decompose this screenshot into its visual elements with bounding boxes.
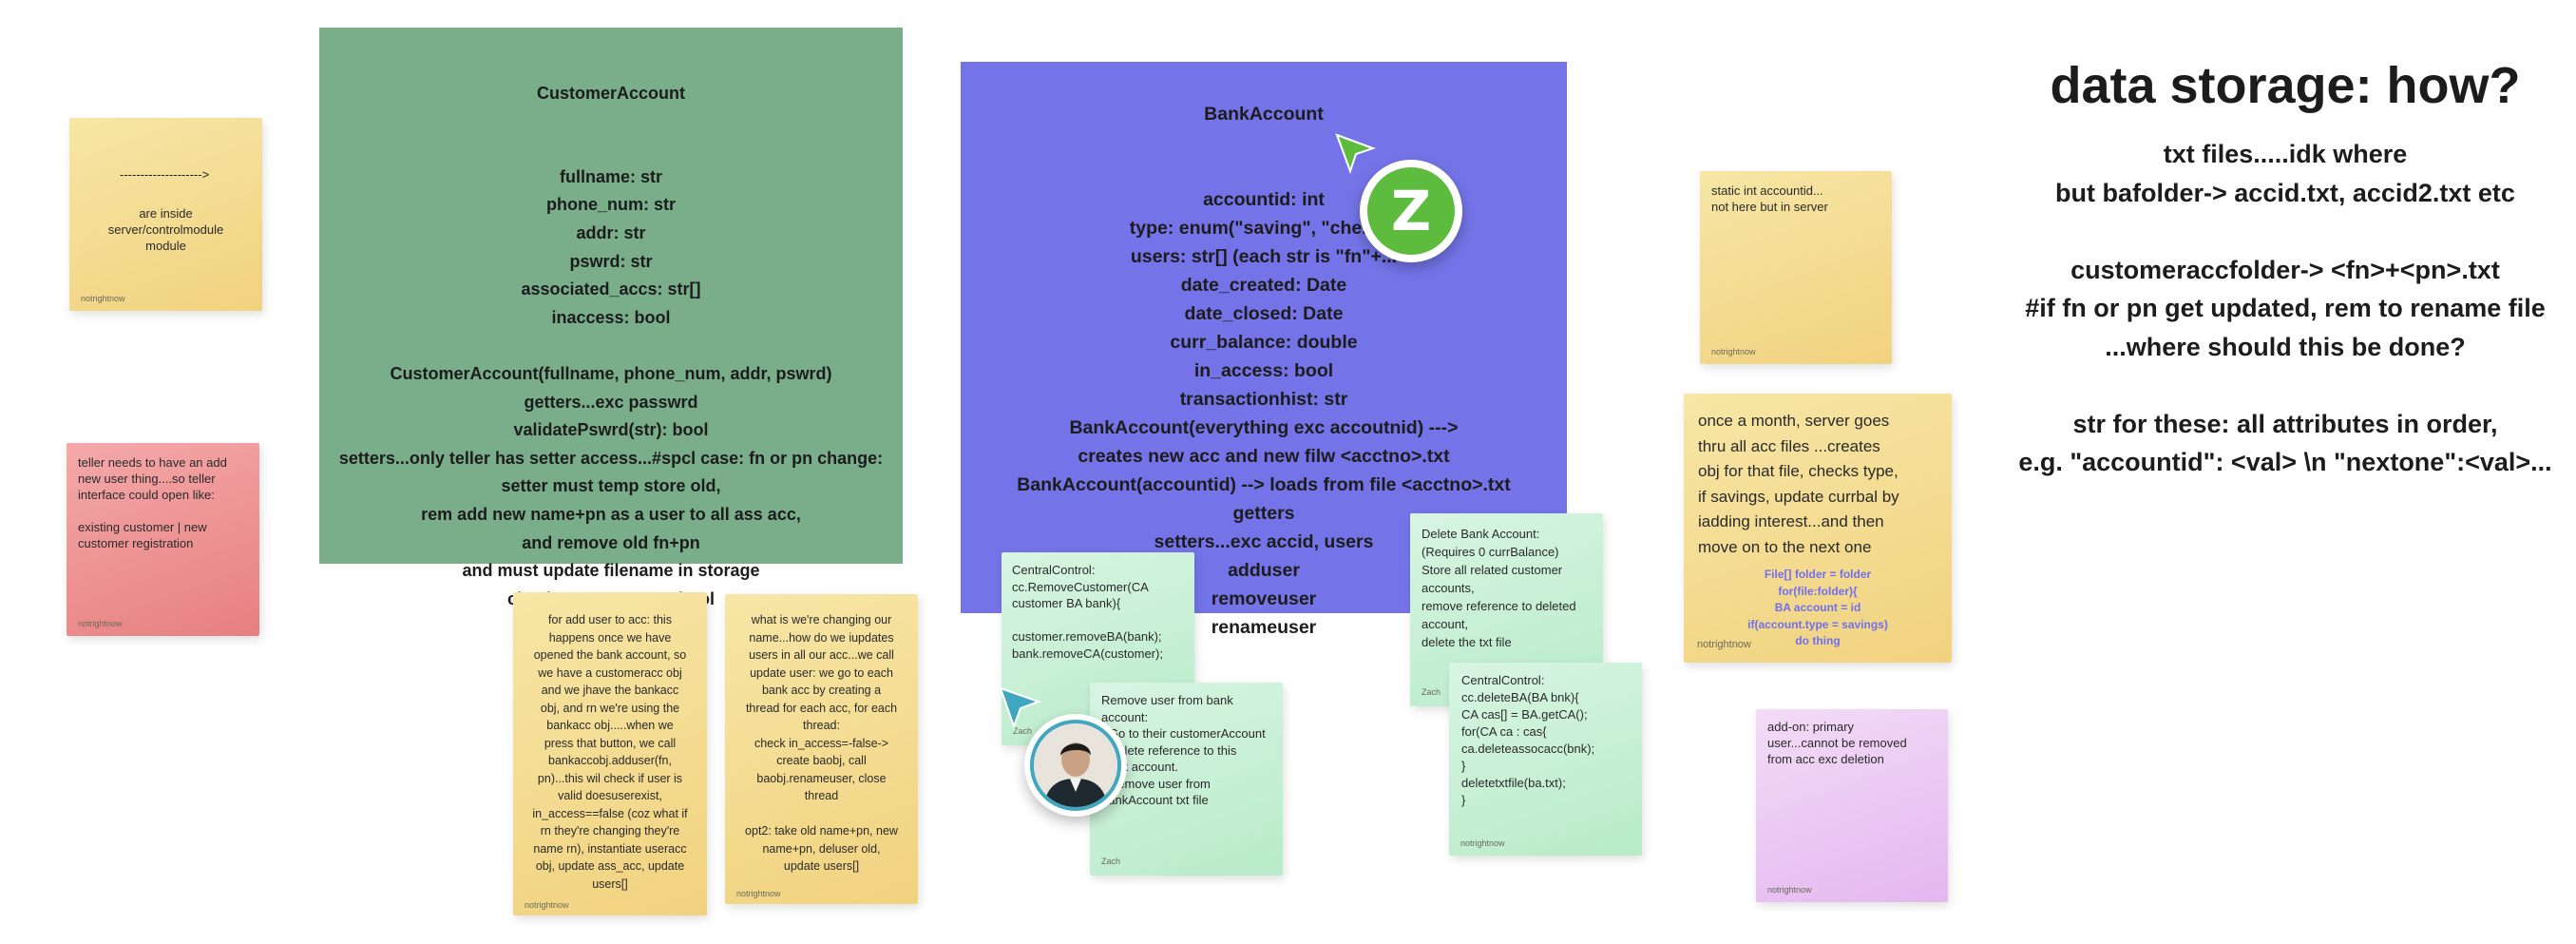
note-text: once a month, server goes thru all acc f… [1698, 412, 1899, 556]
note-text: Remove user from bank account: - Go to t… [1101, 693, 1266, 807]
sticky-note-teller[interactable]: teller needs to have an add new user thi… [67, 443, 259, 636]
sticky-note-add-user[interactable]: for add user to acc: this happens once w… [513, 592, 707, 915]
note-author: notrightnow [525, 900, 569, 910]
sticky-note-change-name[interactable]: what is we're changing our name...how do… [725, 594, 918, 904]
note-code: File[] folder = folder for(file:folder){… [1747, 568, 1888, 647]
note-author: notrightnow [78, 619, 123, 628]
note-author: notrightnow [81, 294, 125, 303]
note-text: add-on: primary user...cannot be removed… [1767, 720, 1907, 766]
sticky-note-central-delete[interactable]: CentralControl: cc.deleteBA(BA bnk){ CA … [1449, 663, 1642, 856]
bank-account-title: BankAccount [1204, 104, 1324, 125]
data-storage-body: txt files.....idk where but bafolder-> a… [2018, 140, 2552, 476]
note-text: static int accountid... not here but in … [1711, 183, 1828, 214]
collaborator-avatar-z[interactable]: Z [1360, 160, 1462, 262]
collaborator-cursor-green-icon [1335, 133, 1377, 175]
sticky-note-monthly[interactable]: once a month, server goes thru all acc f… [1684, 394, 1952, 663]
sticky-note-static-int[interactable]: static int accountid... not here but in … [1700, 171, 1892, 364]
sticky-note-server-module[interactable]: --------------------> are inside server/… [69, 118, 262, 311]
note-author: Zach [1422, 687, 1441, 697]
sticky-note-primary-user[interactable]: add-on: primary user...cannot be removed… [1756, 709, 1948, 902]
note-text: CentralControl: cc.RemoveCustomer(CA cus… [1012, 563, 1163, 661]
data-storage-section: data storage: how? txt files.....idk whe… [1995, 48, 2575, 482]
note-author: notrightnow [1460, 838, 1505, 848]
note-text: Delete Bank Account: (Requires 0 currBal… [1422, 527, 1576, 649]
collaborator-cursor-teal-icon [999, 686, 1041, 729]
avatar-initial: Z [1390, 179, 1432, 243]
note-text: what is we're changing our name...how do… [745, 613, 898, 873]
note-author: notrightnow [1767, 885, 1812, 895]
note-author: notrightnow [1697, 639, 1751, 650]
note-author: notrightnow [1711, 347, 1756, 356]
note-text: are inside server/controlmodule module [107, 206, 224, 253]
customer-account-frame[interactable]: CustomerAccount fullname: str phone_num:… [319, 28, 903, 665]
note-text: teller needs to have an add new user thi… [78, 455, 227, 550]
data-storage-title: data storage: how? [2050, 57, 2521, 114]
customer-account-title: CustomerAccount [536, 83, 685, 103]
collaborator-avatar-photo[interactable] [1024, 714, 1127, 817]
note-author: Zach [1101, 857, 1121, 866]
note-text: for add user to acc: this happens once w… [532, 613, 688, 891]
person-photo-icon [1034, 723, 1117, 807]
note-arrow-text: --------------------> [120, 167, 210, 182]
note-author: notrightnow [736, 889, 781, 898]
note-text: CentralControl: cc.deleteBA(BA bnk){ CA … [1461, 673, 1595, 807]
